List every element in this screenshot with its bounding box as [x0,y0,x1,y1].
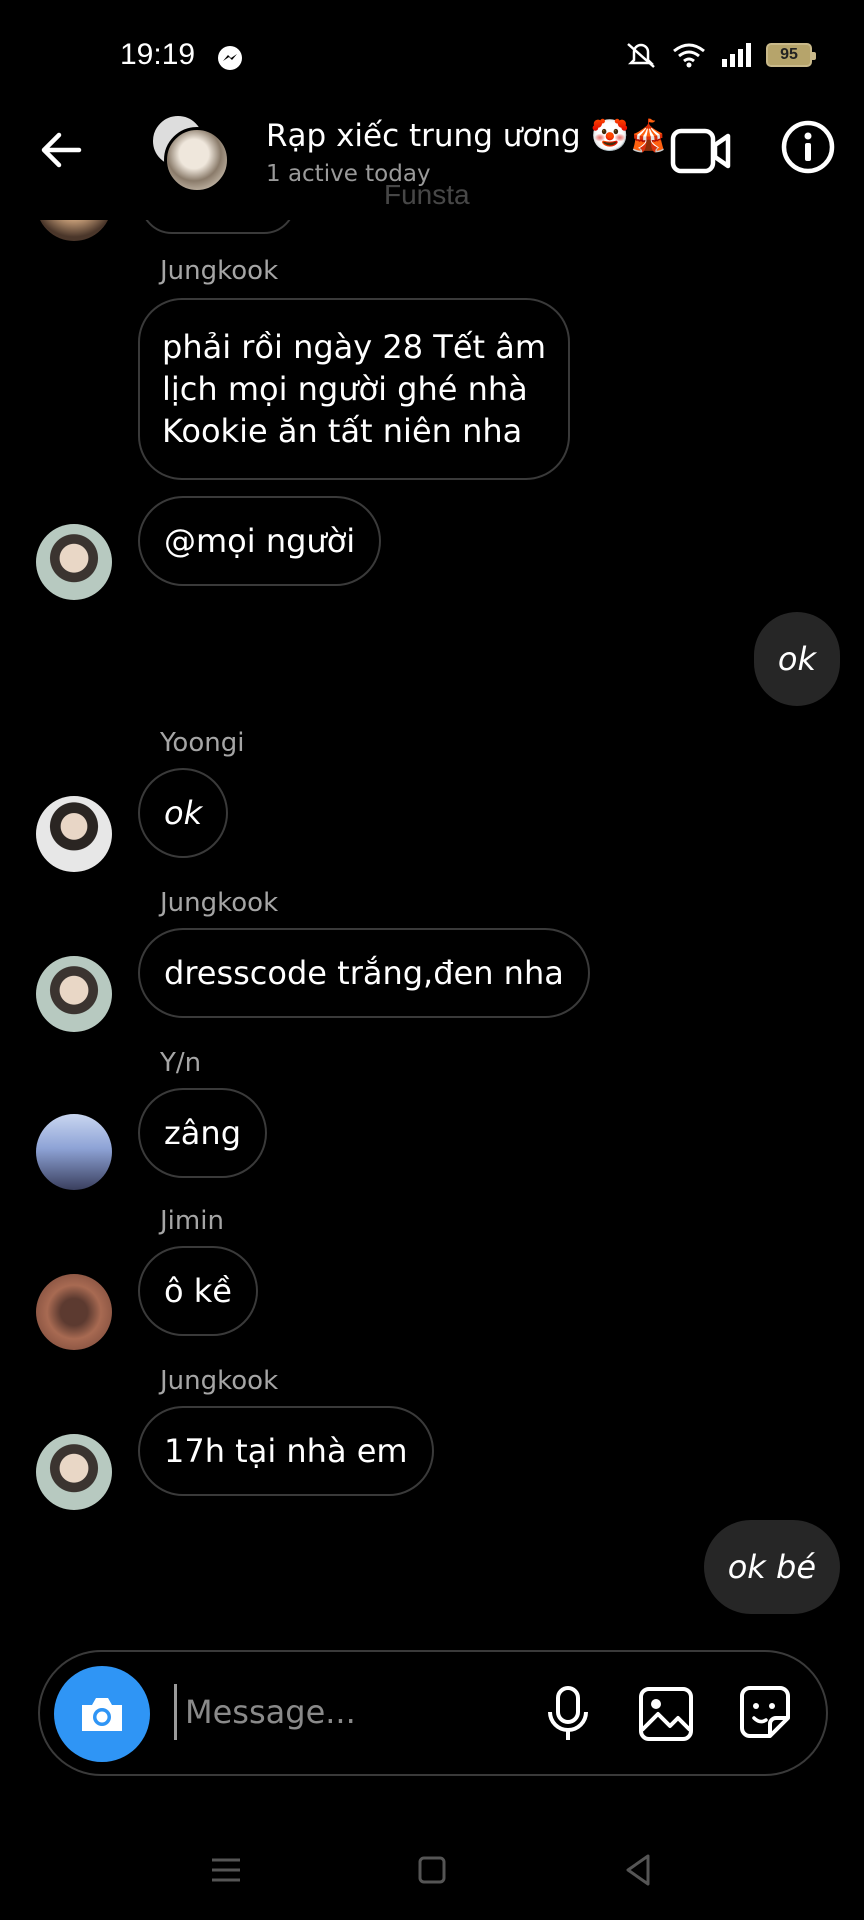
sender-name: Jungkook [160,888,279,918]
sender-name: Y/n [160,1048,202,1078]
back-button[interactable] [36,125,86,175]
message-bubble[interactable]: phải rồi ngày 28 Tết âm lịch mọi người g… [138,298,570,480]
message-bubble[interactable]: 17h tại nhà em [138,1406,434,1496]
watermark: Funsta [384,179,470,210]
avatar-yoongi[interactable] [36,796,112,872]
camera-icon [82,1698,122,1731]
sticker-icon[interactable] [734,1682,794,1742]
avatar-jungkook[interactable] [36,956,112,1032]
message-composer [38,1650,828,1776]
chat-thread[interactable]: Jungkook phải rồi ngày 28 Tết âm lịch mọ… [0,0,864,1640]
own-message-bubble[interactable]: ok bé [703,1520,840,1614]
menu-icon[interactable] [206,1850,246,1890]
member-avatar [164,127,230,193]
message-bubble[interactable]: @mọi người [138,496,382,586]
avatar-jungkook[interactable] [36,524,112,600]
arrow-left-icon [41,132,82,168]
avatar-yn[interactable] [36,1114,112,1190]
home-icon[interactable] [412,1850,452,1890]
message-bubble[interactable]: zâng [138,1088,267,1178]
message-line: Kookie ăn tất niên nha [162,412,523,450]
group-title[interactable]: Rạp xiếc trung ương 🤡🎪 [266,117,668,154]
own-message-bubble[interactable]: ok [753,612,840,706]
message-bubble[interactable]: ô kề [138,1246,258,1336]
info-icon[interactable] [780,119,836,175]
video-call-icon[interactable] [670,123,732,179]
microphone-icon[interactable] [540,1684,596,1744]
message-line: lịch mọi người ghé nhà [162,370,528,408]
sender-name: Yoongi [160,728,245,758]
message-line: phải rồi ngày 28 Tết âm [162,328,546,366]
message-bubble[interactable]: dresscode trắng,đen nha [138,928,590,1018]
sender-name: Jimin [160,1206,224,1236]
back-nav-icon[interactable] [618,1850,658,1890]
sender-name: Jungkook [160,256,279,286]
sender-name: Jungkook [160,1366,279,1396]
message-input[interactable] [174,1684,534,1740]
gallery-icon[interactable] [636,1684,696,1744]
group-avatar[interactable] [150,113,234,197]
avatar-jungkook[interactable] [36,1434,112,1510]
avatar-jimin[interactable] [36,1274,112,1350]
chat-header: Rạp xiếc trung ương 🤡🎪 1 active today Fu… [0,105,864,220]
message-bubble[interactable]: ok [138,768,229,858]
camera-button[interactable] [54,1666,150,1762]
system-navigation-bar [0,1820,864,1920]
